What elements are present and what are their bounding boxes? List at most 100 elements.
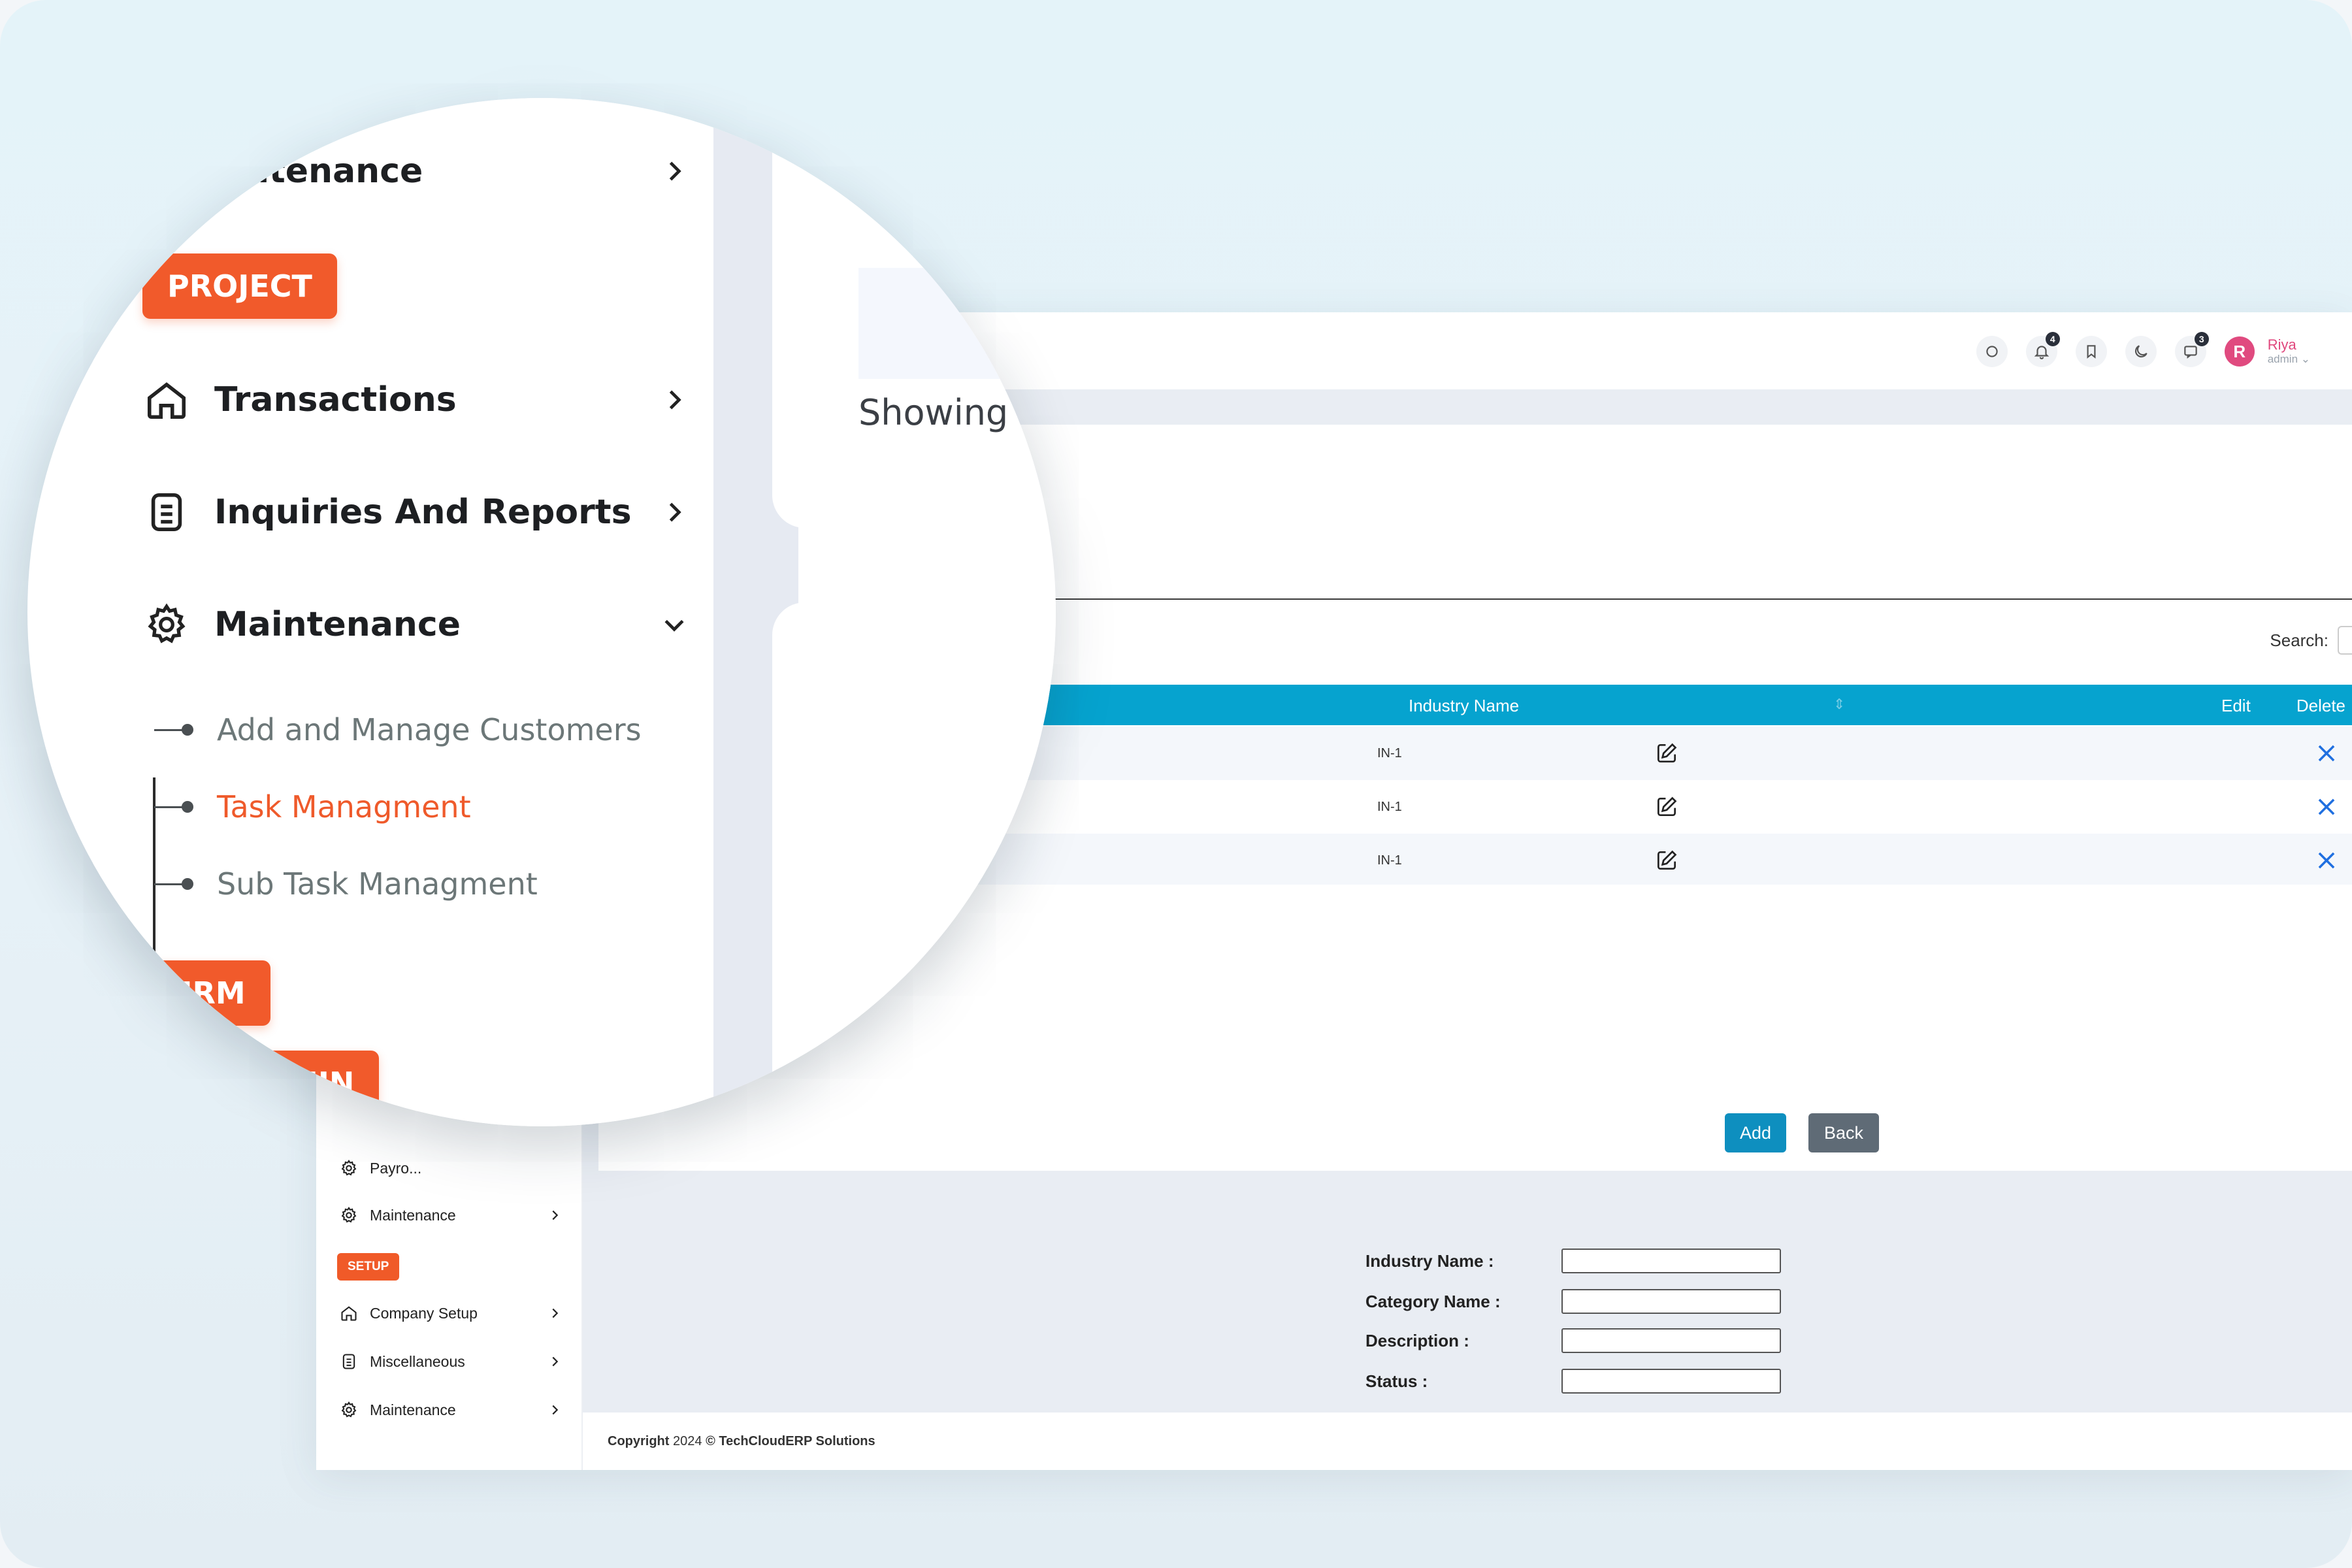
sidebar-item-label: Miscellaneous — [370, 1352, 465, 1370]
column-header-edit[interactable]: Edit — [2221, 696, 2251, 716]
user-avatar[interactable]: R — [2224, 336, 2255, 367]
footer-company: © TechCloudERP Solutions — [706, 1434, 875, 1448]
search-input[interactable] — [2338, 626, 2352, 655]
chevron-down-icon — [664, 619, 684, 632]
table-search: Search: — [2270, 626, 2352, 655]
mag-sidebar-item-inquiries-reports[interactable]: Inquiries And Reports — [144, 486, 681, 538]
search-label: Search: — [2270, 630, 2328, 650]
edit-icon[interactable] — [1654, 794, 1679, 819]
industry-name-label: Industry Name : — [1365, 1250, 1494, 1271]
cell-industry-name: IN-1 — [1377, 746, 1402, 760]
magnified-placeholder — [858, 268, 1056, 379]
back-button[interactable]: Back — [1808, 1113, 1879, 1152]
cell-industry-name: IN-1 — [1377, 800, 1402, 814]
sidebar-item-maintenance[interactable]: Maintenance — [340, 1202, 562, 1228]
sidebar-item-label: Company Setup — [370, 1304, 478, 1322]
search-button[interactable] — [1976, 336, 2008, 367]
form-row-status: Status : — [1365, 1368, 1781, 1394]
gear-icon — [341, 1207, 357, 1223]
delete-icon[interactable] — [2314, 794, 2339, 819]
sidebar-item-label: Maintenance — [370, 1401, 456, 1418]
form-row-description: Description : — [1365, 1328, 1781, 1354]
mag-sidebar-item-transactions[interactable]: Transactions — [144, 374, 681, 426]
sidebar-item-label: Transactions — [214, 380, 457, 419]
footer: Copyright 2024 © TechCloudERP Solutions — [583, 1413, 2352, 1470]
edit-icon[interactable] — [1654, 741, 1679, 766]
section-badge-project: PROJECT — [142, 253, 337, 319]
submenu-item-add-manage-customers[interactable]: Add and Manage Customers — [217, 712, 642, 747]
submenu-bullet — [182, 801, 193, 813]
submenu-bullet — [182, 724, 193, 736]
chevron-right-icon — [552, 1210, 559, 1220]
chevron-right-icon — [552, 1356, 559, 1367]
sort-icon[interactable]: ⇕ — [1833, 696, 1845, 713]
dark-mode-toggle[interactable] — [2125, 336, 2157, 367]
sidebar-item-label: Maintenance — [370, 1206, 456, 1224]
column-header-industry-name[interactable]: Industry Name — [1409, 696, 1519, 716]
status-label: Status : — [1365, 1371, 1428, 1391]
magnified-sidebar-view: Showing aintenance PROJECT Transactions … — [27, 98, 1056, 1126]
user-name: Riya — [2267, 336, 2296, 353]
delete-icon[interactable] — [2314, 848, 2339, 873]
bookmark-button[interactable] — [2075, 336, 2107, 367]
description-input[interactable] — [1561, 1328, 1781, 1353]
magnified-card — [772, 602, 1056, 1126]
chevron-down-icon: ⌄ — [2298, 353, 2310, 365]
sidebar-item-label: Payro... — [370, 1159, 422, 1177]
messages-count-badge: 3 — [2194, 332, 2209, 346]
chat-icon — [2183, 346, 2197, 359]
submenu-bullet — [182, 878, 193, 890]
chevron-right-icon — [669, 390, 681, 410]
industry-name-input[interactable] — [1561, 1249, 1781, 1273]
sidebar-item-payroll[interactable]: Payro... — [340, 1155, 562, 1181]
sidebar-item-company-setup[interactable]: Company Setup — [340, 1300, 562, 1326]
status-input[interactable] — [1561, 1369, 1781, 1394]
category-name-label: Category Name : — [1365, 1291, 1501, 1311]
notifications-button[interactable]: 4 — [2025, 332, 2060, 367]
screenshot-frame: Payro... Maintenance SETUP Company Setup… — [0, 0, 2352, 1568]
cell-industry-name: IN-1 — [1377, 853, 1402, 868]
home-icon — [341, 1306, 357, 1321]
gear-icon — [341, 1401, 357, 1418]
edit-icon[interactable] — [1654, 848, 1679, 873]
section-badge-hrm-admin: RM ADMIN — [163, 1051, 380, 1116]
footer-prefix: Copyright — [608, 1434, 670, 1448]
gear-icon — [341, 1160, 357, 1176]
bookmark-icon — [2087, 345, 2096, 359]
mag-sidebar-item-maintenance[interactable]: Maintenance — [144, 598, 684, 651]
magnified-card: Showing — [772, 98, 1056, 528]
description-label: Description : — [1365, 1330, 1469, 1350]
add-button[interactable]: Add — [1725, 1113, 1786, 1152]
user-menu[interactable]: Riya admin ⌄ — [2268, 337, 2310, 366]
submenu-item-sub-task-managment[interactable]: Sub Task Managment — [217, 866, 538, 902]
sidebar-item-label: Inquiries And Reports — [214, 493, 632, 532]
document-icon — [342, 1354, 355, 1369]
messages-button[interactable]: 3 — [2174, 332, 2209, 367]
gear-icon — [148, 603, 186, 644]
chevron-right-icon — [552, 1308, 559, 1318]
header-actions: 4 3 R Riya admin ⌄ — [1976, 332, 2310, 371]
section-badge-hrm: HRM — [142, 960, 270, 1026]
form-row-industry-name: Industry Name : — [1365, 1248, 1781, 1274]
user-role: admin ⌄ — [2267, 353, 2310, 365]
delete-icon[interactable] — [2314, 741, 2339, 766]
footer-year: 2024 — [673, 1434, 702, 1448]
category-name-input[interactable] — [1561, 1289, 1781, 1314]
home-icon — [147, 382, 186, 419]
submenu-item-task-managment[interactable]: Task Managment — [217, 789, 471, 825]
moon-icon — [2134, 345, 2148, 358]
column-header-delete: Delete — [2296, 696, 2345, 715]
sidebar-item-maintenance-2[interactable]: Maintenance — [340, 1397, 562, 1423]
sidebar-item-label: aintenance — [210, 152, 423, 191]
notifications-count-badge: 4 — [2045, 332, 2060, 346]
chevron-right-icon — [669, 502, 681, 522]
sidebar-item-miscellaneous[interactable]: Miscellaneous — [340, 1348, 562, 1375]
showing-text: Showing — [858, 392, 1009, 433]
chevron-right-icon — [669, 161, 681, 181]
mag-sidebar-item-maintenance-top[interactable]: aintenance — [210, 145, 733, 197]
bell-icon — [2034, 346, 2050, 359]
document-icon — [151, 493, 182, 532]
section-badge-setup: SETUP — [337, 1253, 400, 1281]
chevron-right-icon — [552, 1405, 559, 1415]
form-row-category-name: Category Name : — [1365, 1288, 1781, 1315]
